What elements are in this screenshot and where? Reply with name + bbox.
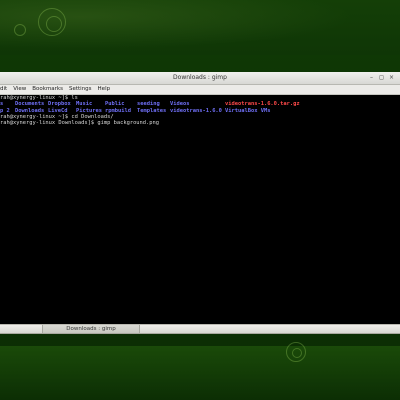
terminal-command: rah@xynergy-linux Downloads]$ gimp backg…	[0, 120, 160, 127]
menu-view[interactable]: View	[13, 85, 26, 94]
maximize-icon[interactable]: ◻	[378, 74, 385, 81]
terminal-line: rah@xynergy-linux Downloads]$ gimp backg…	[0, 120, 400, 126]
menu-bookmarks[interactable]: Bookmarks	[32, 85, 63, 94]
window-title: Downloads : gimp	[173, 74, 227, 81]
window-titlebar[interactable]: Downloads : gimp – ◻ ×	[0, 72, 400, 85]
taskbar: Downloads : gimp	[0, 324, 400, 334]
wallpaper-decoration	[14, 24, 26, 36]
minimize-icon[interactable]: –	[368, 74, 375, 81]
terminal-output[interactable]: rah@xynergy-linux ~]$ ls s Documents Dro…	[0, 95, 400, 328]
desktop-wallpaper-top	[0, 0, 400, 55]
konsole-window: Downloads : gimp – ◻ × dit View Bookmark…	[0, 72, 400, 328]
menu-settings[interactable]: Settings	[69, 85, 92, 94]
wallpaper-decoration	[46, 16, 62, 32]
close-icon[interactable]: ×	[388, 74, 395, 81]
menu-help[interactable]: Help	[98, 85, 111, 94]
desktop-wallpaper-bottom	[0, 342, 400, 400]
wallpaper-decoration	[292, 348, 302, 358]
menubar: dit View Bookmarks Settings Help	[0, 85, 400, 95]
menu-edit[interactable]: dit	[0, 85, 7, 94]
taskbar-window-button[interactable]: Downloads : gimp	[42, 325, 140, 333]
